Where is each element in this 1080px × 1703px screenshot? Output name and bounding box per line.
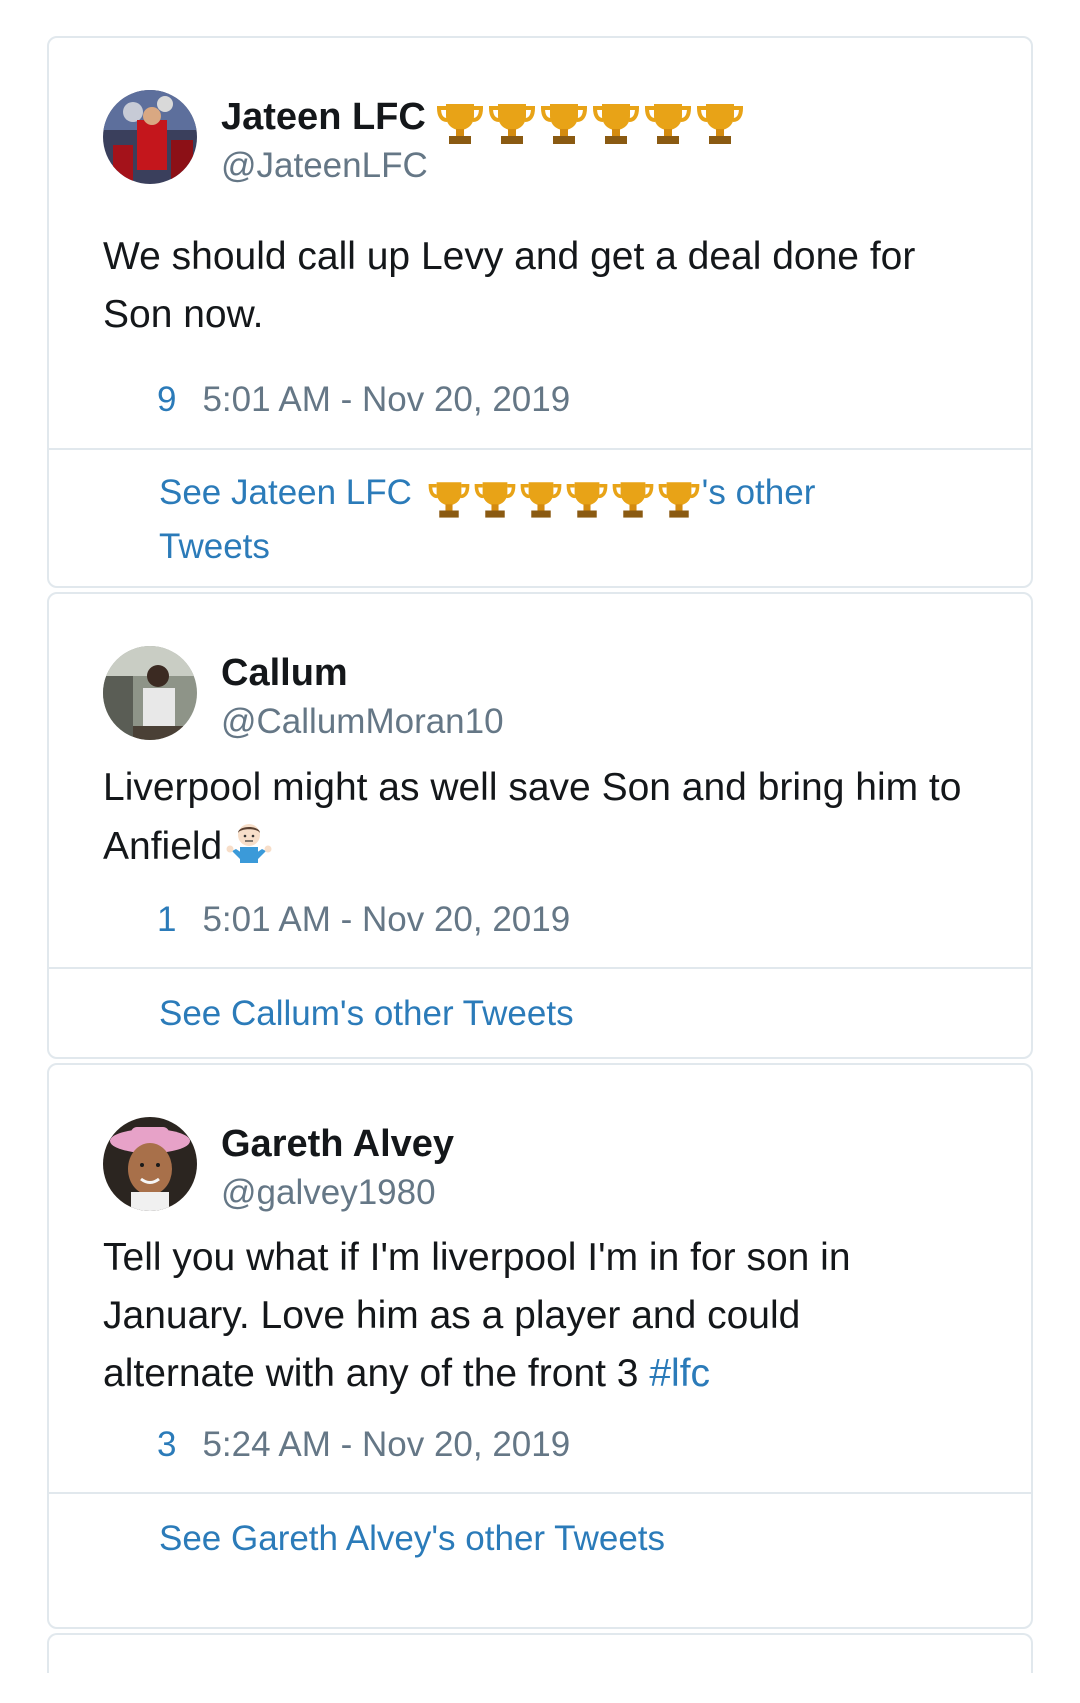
username-handle[interactable]: @JateenLFC [221, 146, 428, 186]
trophy-icon [592, 103, 639, 144]
divider [49, 1492, 1031, 1494]
trophy-icon [436, 103, 483, 144]
tweet-card[interactable] [47, 1633, 1033, 1673]
hashtag-link[interactable]: #lfc [649, 1352, 710, 1395]
divider [49, 448, 1031, 450]
avatar[interactable] [103, 90, 197, 184]
display-name[interactable]: Jateen LFC [221, 94, 746, 146]
tweet-meta: 1 5:01 AM - Nov 20, 2019 [157, 900, 570, 940]
tweet-text: Tell you what if I'm liverpool I'm in fo… [103, 1229, 903, 1403]
tweet-text-body: Tell you what if I'm liverpool I'm in fo… [103, 1236, 851, 1395]
display-name[interactable]: Callum [221, 650, 348, 696]
tweet-meta: 9 5:01 AM - Nov 20, 2019 [157, 380, 570, 420]
tweet-card[interactable]: Callum @CallumMoran10 Liverpool might as… [47, 592, 1033, 1059]
trophy-icon [612, 481, 654, 518]
username-handle[interactable]: @galvey1980 [221, 1173, 436, 1213]
avatar[interactable] [103, 1117, 197, 1211]
tweet-meta: 3 5:24 AM - Nov 20, 2019 [157, 1425, 570, 1465]
other-link-suffix: 's other [701, 473, 816, 512]
tweet-text: Liverpool might as well save Son and bri… [103, 759, 983, 884]
like-count[interactable]: 3 [157, 1425, 176, 1464]
tweet-card[interactable]: Gareth Alvey @galvey1980 Tell you what i… [47, 1063, 1033, 1629]
trophy-icon [658, 481, 700, 518]
person-shrugging-icon [224, 817, 274, 884]
tweet-text: We should call up Levy and get a deal do… [103, 235, 916, 336]
username-handle[interactable]: @CallumMoran10 [221, 702, 504, 742]
trophy-icon [566, 481, 608, 518]
see-other-tweets-link[interactable]: See Callum's other Tweets [159, 989, 919, 1039]
trophy-icon [488, 103, 535, 144]
trophy-icon [696, 103, 743, 144]
like-count[interactable]: 9 [157, 380, 176, 419]
timestamp[interactable]: 5:24 AM - Nov 20, 2019 [202, 1425, 570, 1464]
trophy-emoji-group [434, 98, 746, 146]
trophy-icon [540, 103, 587, 144]
tweet-feed: Jateen LFC @JateenLFC We should call up … [47, 36, 1033, 1677]
tweet-card[interactable]: Jateen LFC @JateenLFC We should call up … [47, 36, 1033, 588]
timestamp[interactable]: 5:01 AM - Nov 20, 2019 [202, 380, 570, 419]
see-other-tweets-link[interactable]: See Jateen LFC 's other Tweets [159, 468, 919, 572]
display-name[interactable]: Gareth Alvey [221, 1121, 454, 1167]
trophy-icon [474, 481, 516, 518]
timestamp[interactable]: 5:01 AM - Nov 20, 2019 [202, 900, 570, 939]
trophy-icon [644, 103, 691, 144]
display-name-text: Jateen LFC [221, 96, 426, 138]
other-link-end: Tweets [159, 527, 270, 566]
divider [49, 967, 1031, 969]
trophy-icon [520, 481, 562, 518]
trophy-icon [428, 481, 470, 518]
trophy-emoji-group [426, 472, 702, 522]
see-other-tweets-link[interactable]: See Gareth Alvey's other Tweets [159, 1514, 919, 1564]
avatar[interactable] [103, 646, 197, 740]
other-link-prefix: See Jateen LFC [159, 473, 412, 512]
like-count[interactable]: 1 [157, 900, 176, 939]
